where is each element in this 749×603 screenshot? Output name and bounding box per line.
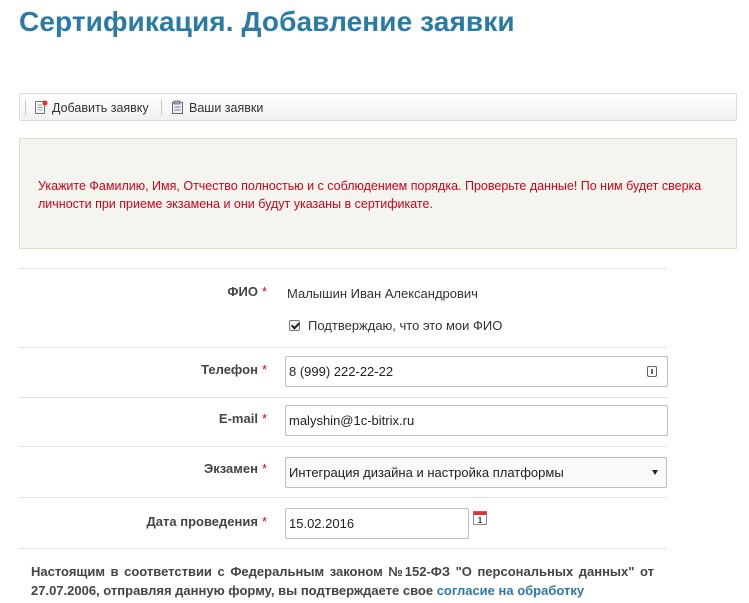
toolbar: Добавить заявку Ваши заявки — [19, 93, 737, 121]
consent-text: Настоящим в соответствии с Федеральным з… — [31, 562, 654, 600]
fio-confirm[interactable]: Подтверждаю, что это мои ФИО — [289, 318, 502, 333]
required-mark: * — [261, 514, 267, 529]
document-list-icon — [172, 100, 183, 114]
date-label: Дата проведения * — [147, 514, 267, 529]
row-divider — [19, 268, 667, 269]
email-label-text: E-mail — [218, 411, 258, 426]
email-label: E-mail * — [219, 411, 267, 426]
my-requests-label: Ваши заявки — [189, 100, 264, 115]
phone-value: 8 (999) 222-22-22 — [289, 364, 394, 379]
row-divider — [19, 548, 667, 549]
row-divider — [19, 446, 667, 447]
required-mark: * — [261, 362, 267, 377]
document-add-icon — [35, 100, 48, 114]
email-value: malyshin@1c-bitrix.ru — [289, 413, 415, 428]
exam-selected-value: Интеграция дизайна и настройка платформы — [289, 465, 564, 480]
calendar-icon[interactable]: 1 — [473, 511, 487, 525]
date-label-text: Дата проведения — [146, 514, 258, 529]
add-request-label: Добавить заявку — [52, 100, 149, 115]
toolbar-divider — [25, 100, 26, 115]
exam-select[interactable]: Интеграция дизайна и настройка платформы — [285, 457, 667, 488]
toolbar-divider — [161, 100, 162, 115]
fio-label: ФИО * — [227, 284, 267, 299]
calendar-day: 1 — [478, 516, 483, 525]
row-divider — [19, 347, 667, 348]
row-divider — [19, 497, 667, 498]
add-request-button[interactable]: Добавить заявку — [34, 99, 149, 116]
phone-field[interactable]: 8 (999) 222-22-22 — [285, 356, 668, 387]
fio-value: Малышин Иван Александрович — [287, 286, 478, 301]
fio-label-text: ФИО — [227, 284, 258, 299]
chevron-down-icon — [652, 470, 658, 475]
warning-alert: Укажите Фамилию, Имя, Отчество полностью… — [19, 138, 737, 249]
exam-label-text: Экзамен — [203, 461, 258, 476]
exam-label: Экзамен * — [204, 461, 267, 476]
contact-card-icon[interactable] — [647, 366, 657, 377]
required-mark: * — [261, 411, 267, 426]
row-divider — [19, 397, 667, 398]
required-mark: * — [261, 461, 267, 476]
fio-confirm-label: Подтверждаю, что это мои ФИО — [308, 318, 503, 333]
date-field[interactable]: 15.02.2016 — [285, 508, 469, 539]
required-mark: * — [261, 284, 267, 299]
page-title: Сертификация. Добавление заявки — [19, 6, 515, 37]
my-requests-button[interactable]: Ваши заявки — [171, 99, 263, 116]
date-value: 15.02.2016 — [289, 516, 355, 531]
email-field[interactable]: malyshin@1c-bitrix.ru — [285, 405, 668, 436]
phone-label-text: Телефон — [201, 362, 258, 377]
alert-text: Укажите Фамилию, Имя, Отчество полностью… — [38, 179, 702, 211]
fio-confirm-checkbox[interactable] — [289, 320, 300, 331]
consent-link[interactable]: согласие на обработку — [437, 583, 584, 598]
phone-label: Телефон * — [201, 362, 267, 377]
